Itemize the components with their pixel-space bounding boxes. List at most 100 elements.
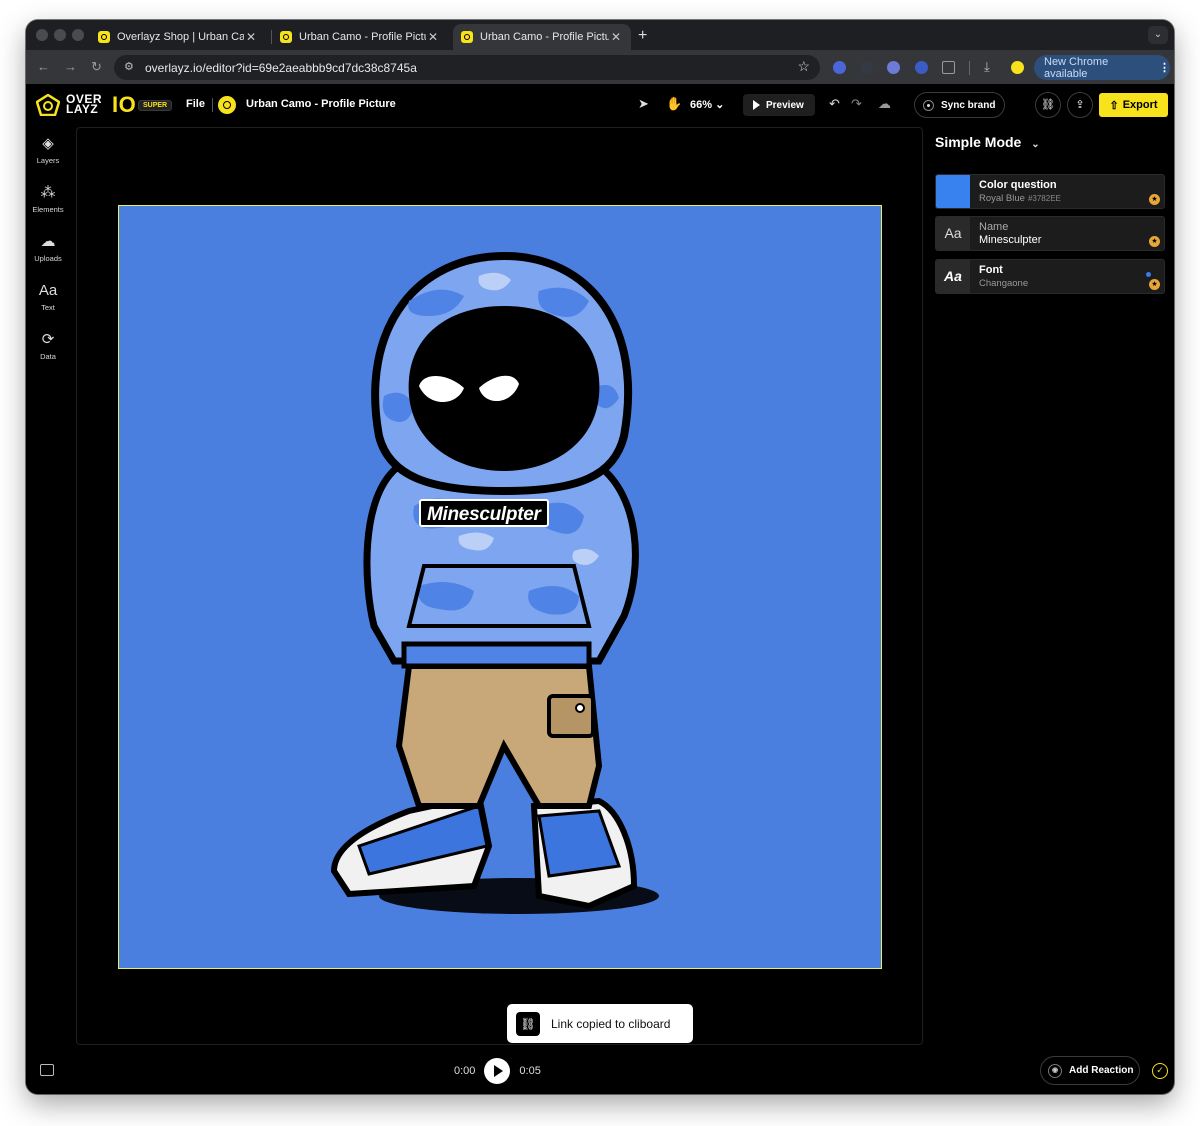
hoodie-name-text[interactable]: Minesculpter bbox=[419, 499, 549, 527]
character-illustration[interactable] bbox=[119, 206, 882, 969]
sidebar-item-label: Layers bbox=[36, 156, 60, 165]
font-icon: Aa bbox=[936, 260, 970, 293]
sidebar-item-uploads[interactable]: ☁ Uploads bbox=[26, 232, 70, 263]
document-title[interactable]: Urban Camo - Profile Picture bbox=[246, 98, 396, 110]
address-bar[interactable]: ⚙ overlayz.io/editor?id=69e2aeabbb9cd7dc… bbox=[114, 55, 820, 80]
premium-badge-icon: ★ bbox=[1149, 236, 1160, 247]
tab-title: Overlayz Shop | Urban Camo bbox=[117, 31, 244, 43]
play-icon bbox=[753, 100, 760, 110]
field-label: Font bbox=[979, 264, 1003, 276]
close-tab-icon[interactable]: ✕ bbox=[426, 30, 440, 44]
extension-icon[interactable] bbox=[860, 61, 873, 74]
color-question-field[interactable]: Color question Royal Blue #3782EE ★ bbox=[935, 174, 1165, 209]
status-check-icon[interactable]: ✓ bbox=[1152, 1063, 1168, 1079]
sidebar-item-text[interactable]: Aa Text bbox=[26, 281, 70, 312]
browser-tab-profile-active[interactable]: Urban Camo - Profile Picture ✕ bbox=[453, 24, 631, 50]
share-button[interactable]: ⇪ bbox=[1067, 92, 1093, 118]
canvas-stage[interactable]: Minesculpter bbox=[76, 127, 923, 1045]
chrome-update-button[interactable]: New Chrome available ⋮ bbox=[1034, 55, 1170, 80]
layers-icon: ◈ bbox=[42, 135, 54, 152]
select-pointer-icon[interactable]: ➤ bbox=[638, 96, 649, 112]
sync-brand-button[interactable]: Sync brand bbox=[914, 92, 1005, 118]
font-field[interactable]: Aa Font Changaone ★ bbox=[935, 259, 1165, 294]
sidebar-item-elements[interactable]: ⁂ Elements bbox=[26, 183, 70, 214]
hand-pan-icon[interactable]: ✋ bbox=[666, 96, 682, 112]
plan-badge: SUPER bbox=[138, 100, 173, 111]
tools-sidebar: ◈ Layers ⁂ Elements ☁ Uploads Aa Text ⟳ … bbox=[26, 126, 70, 1094]
copy-link-button[interactable]: ⛓ bbox=[1035, 92, 1061, 118]
file-menu[interactable]: File bbox=[186, 98, 205, 110]
link-copied-toast: ⛓ Link copied to cliboard bbox=[507, 1004, 693, 1043]
export-label: Export bbox=[1122, 99, 1158, 111]
editor-header: OVER LAYZ IO SUPER File Urban Camo - Pro… bbox=[26, 84, 1174, 126]
tab-title: Urban Camo - Profile Picture bbox=[299, 31, 426, 43]
artboard[interactable]: Minesculpter bbox=[118, 205, 882, 969]
extension-icon[interactable] bbox=[887, 61, 900, 74]
window-minimize-button[interactable] bbox=[54, 29, 66, 41]
sync-brand-label: Sync brand bbox=[941, 99, 996, 111]
field-value: Royal Blue #3782EE bbox=[979, 193, 1061, 204]
sidebar-item-layers[interactable]: ◈ Layers bbox=[26, 134, 70, 165]
kebab-menu-icon[interactable]: ⋮ bbox=[1159, 61, 1170, 74]
sidebar-item-label: Data bbox=[40, 352, 56, 361]
back-arrow-icon[interactable]: ← bbox=[37, 59, 50, 74]
download-icon[interactable]: ⤓ bbox=[984, 59, 990, 75]
profile-avatar-icon[interactable] bbox=[1011, 61, 1024, 74]
extension-icon[interactable] bbox=[915, 61, 928, 74]
close-tab-icon[interactable]: ✕ bbox=[609, 30, 623, 44]
sidebar-item-label: Text bbox=[41, 303, 55, 312]
mode-dropdown[interactable]: Simple Mode ⌄ bbox=[935, 134, 1040, 150]
reload-icon[interactable]: ↻ bbox=[91, 59, 102, 75]
add-reaction-label: Add Reaction bbox=[1069, 1065, 1134, 1076]
broadcast-icon: ◉ bbox=[1048, 1063, 1062, 1078]
color-swatch[interactable] bbox=[936, 175, 970, 208]
sidebar-item-data[interactable]: ⟳ Data bbox=[26, 330, 70, 361]
window-zoom-button[interactable] bbox=[72, 29, 84, 41]
export-button[interactable]: ⇧ Export bbox=[1099, 93, 1168, 117]
text-icon: Aa bbox=[38, 282, 58, 299]
header-divider bbox=[212, 98, 213, 112]
upload-cloud-icon: ☁ bbox=[40, 233, 56, 250]
data-icon: ⟳ bbox=[41, 331, 55, 348]
toolbox-icon[interactable] bbox=[40, 1064, 54, 1076]
play-button[interactable] bbox=[484, 1058, 511, 1084]
site-settings-icon[interactable]: ⚙ bbox=[124, 60, 134, 73]
premium-badge-icon: ★ bbox=[1149, 194, 1160, 205]
tab-search-button[interactable]: ⌄ bbox=[1148, 26, 1168, 44]
modified-dot-icon bbox=[1146, 272, 1151, 277]
redo-icon[interactable]: ↷ bbox=[851, 96, 862, 112]
toolbar-divider bbox=[969, 61, 970, 75]
mode-label: Simple Mode bbox=[935, 134, 1022, 150]
premium-badge-icon: ★ bbox=[1149, 279, 1160, 290]
cloud-saved-icon[interactable]: ☁ bbox=[878, 96, 891, 112]
close-tab-icon[interactable]: ✕ bbox=[244, 30, 258, 44]
browser-tab-shop[interactable]: Overlayz Shop | Urban Camo ✕ bbox=[90, 24, 266, 50]
preview-button[interactable]: Preview bbox=[743, 94, 815, 116]
field-value: Changaone bbox=[979, 278, 1029, 289]
playback-controls: 0:00 0:05 bbox=[454, 1058, 541, 1084]
name-field[interactable]: Aa Name Minesculpter ★ bbox=[935, 216, 1165, 251]
brand-bottom: LAYZ bbox=[66, 102, 99, 116]
url-text[interactable]: overlayz.io/editor?id=69e2aeabbb9cd7dc38… bbox=[145, 61, 417, 75]
overlayz-favicon-icon bbox=[461, 31, 473, 43]
field-value[interactable]: Minesculpter bbox=[979, 234, 1041, 246]
overlayz-logo-icon[interactable] bbox=[36, 94, 60, 116]
overlayz-favicon-icon bbox=[280, 31, 292, 43]
field-label: Name bbox=[979, 221, 1009, 233]
undo-icon[interactable]: ↶ bbox=[829, 96, 840, 112]
text-icon: Aa bbox=[936, 217, 970, 250]
bookmark-star-icon[interactable]: ☆ bbox=[797, 58, 810, 75]
forward-arrow-icon[interactable]: → bbox=[64, 59, 77, 74]
tab-strip: Overlayz Shop | Urban Camo ✕ Urban Camo … bbox=[26, 20, 1174, 50]
extension-icon[interactable] bbox=[833, 61, 846, 74]
browser-tab-profile-1[interactable]: Urban Camo - Profile Picture ✕ bbox=[272, 24, 448, 50]
update-label: New Chrome available bbox=[1044, 55, 1109, 80]
new-tab-button[interactable]: + bbox=[638, 27, 647, 45]
browser-toolbar: ← → ↻ ⚙ overlayz.io/editor?id=69e2aeabbb… bbox=[26, 50, 1174, 84]
zoom-dropdown[interactable]: 66% ⌄ bbox=[690, 98, 724, 111]
window-close-button[interactable] bbox=[36, 29, 48, 41]
add-reaction-button[interactable]: ◉ Add Reaction bbox=[1040, 1056, 1140, 1085]
extensions-puzzle-icon[interactable] bbox=[942, 61, 955, 74]
export-upload-icon: ⇧ bbox=[1109, 99, 1119, 112]
tab-title: Urban Camo - Profile Picture bbox=[480, 31, 609, 43]
